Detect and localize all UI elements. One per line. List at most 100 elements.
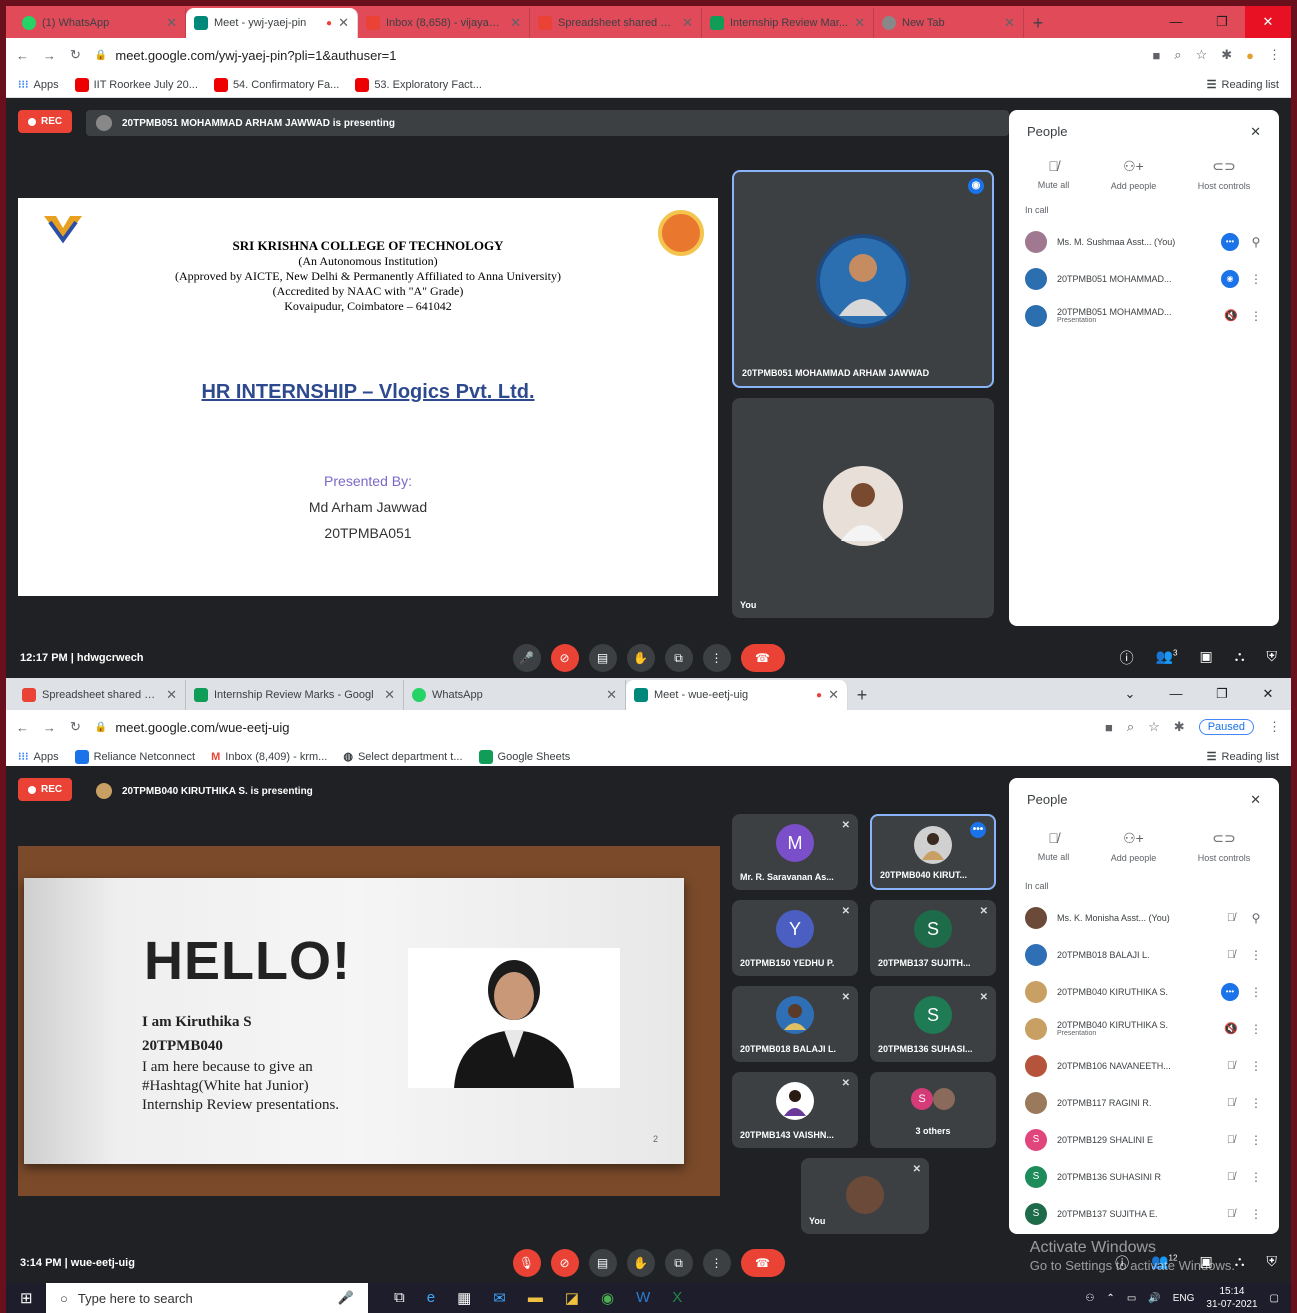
- close-window-icon[interactable]: ✕: [1245, 6, 1291, 38]
- leave-call-button[interactable]: ☎: [740, 1249, 785, 1277]
- mic-icon[interactable]: 🎤: [338, 1290, 354, 1306]
- forward-icon[interactable]: →: [43, 720, 56, 735]
- raise-hand-button[interactable]: ✋: [626, 1249, 655, 1277]
- participant-tile-you[interactable]: ✕ You: [801, 1158, 929, 1234]
- tab-whatsapp[interactable]: WhatsApp ✕: [404, 680, 626, 710]
- profile-icon[interactable]: ●: [1246, 48, 1254, 63]
- maximize-icon[interactable]: ❐: [1199, 6, 1245, 38]
- mute-all-button[interactable]: 🎙̸ Mute all: [1038, 830, 1070, 863]
- camera-off-button[interactable]: ⊘: [550, 644, 579, 672]
- captions-button[interactable]: ▤: [588, 1249, 617, 1277]
- volume-icon[interactable]: 🔊: [1148, 1293, 1160, 1304]
- tab-internship-review[interactable]: Internship Review Mar... ✕: [702, 8, 874, 38]
- leave-call-button[interactable]: ☎: [740, 644, 785, 672]
- captions-button[interactable]: ▤: [588, 644, 617, 672]
- reload-icon[interactable]: ↻: [70, 719, 81, 735]
- reading-list[interactable]: ☰ Reading list: [1207, 750, 1279, 764]
- taskbar-clock[interactable]: 15:14 31-07-2021: [1206, 1285, 1257, 1311]
- tab-meet[interactable]: Meet - wue-eetj-uig ● ✕: [626, 680, 848, 710]
- more-options-icon[interactable]: ⋮: [1249, 272, 1263, 286]
- task-view-icon[interactable]: ⧉: [394, 1289, 405, 1307]
- star-icon[interactable]: ☆: [1196, 47, 1208, 63]
- close-icon[interactable]: ✕: [384, 687, 395, 703]
- more-options-icon[interactable]: ⋮: [1249, 1207, 1263, 1221]
- participant-tile-main[interactable]: ◉ 20TPMB051 MOHAMMAD ARHAM JAWWAD: [732, 170, 994, 388]
- tab-meet[interactable]: Meet - ywj-yaej-pin ● ✕: [186, 8, 358, 38]
- more-options-icon[interactable]: ⋮: [1249, 1170, 1263, 1184]
- people-tray-icon[interactable]: ⚇: [1085, 1293, 1094, 1304]
- close-icon[interactable]: ✕: [606, 687, 617, 703]
- restore-icon[interactable]: ❐: [1199, 678, 1245, 710]
- extensions-icon[interactable]: ✱: [1221, 47, 1232, 63]
- present-button[interactable]: ⧉: [664, 1249, 693, 1277]
- more-options-icon[interactable]: ⋮: [1249, 1059, 1263, 1073]
- zoom-icon[interactable]: ⌕: [1174, 47, 1181, 63]
- battery-icon[interactable]: ▭: [1127, 1293, 1136, 1304]
- minimize-icon[interactable]: —: [1153, 6, 1199, 38]
- participant-row[interactable]: 20TPMB106 NAVANEETH... 🎙̸ ⋮: [1009, 1047, 1279, 1084]
- tab-internship-review[interactable]: Internship Review Marks - Googl ✕: [186, 680, 404, 710]
- bookmark-select-department[interactable]: ◍ Select department t...: [343, 750, 462, 764]
- mic-off-button[interactable]: 🎙: [512, 1249, 541, 1277]
- raise-hand-button[interactable]: ✋: [626, 644, 655, 672]
- close-icon[interactable]: ✕: [510, 15, 521, 31]
- participant-tile[interactable]: ✕ S 20TPMB136 SUHASI...: [870, 986, 996, 1062]
- participant-tile-presenter[interactable]: ••• 20TPMB040 KIRUT...: [870, 814, 996, 890]
- activities-icon[interactable]: ⛬: [1235, 1253, 1245, 1273]
- participant-row[interactable]: S 20TPMB129 SHALINI E 🎙̸ ⋮: [1009, 1121, 1279, 1158]
- pin-icon[interactable]: ⚲: [1249, 911, 1263, 925]
- edge-icon[interactable]: e: [427, 1289, 435, 1307]
- bookmark-google-sheets[interactable]: Google Sheets: [478, 749, 570, 764]
- people-icon[interactable]: 👥3: [1156, 648, 1178, 668]
- reading-list[interactable]: ☰ Reading list: [1207, 78, 1279, 92]
- mail-icon[interactable]: ✉: [493, 1289, 506, 1307]
- activities-icon[interactable]: ⛬: [1235, 648, 1245, 668]
- camera-off-button[interactable]: ⊘: [550, 1249, 579, 1277]
- participant-row[interactable]: 20TPMB018 BALAJI L. 🎙̸ ⋮: [1009, 936, 1279, 973]
- close-window-icon[interactable]: ✕: [1245, 678, 1291, 710]
- camera-icon[interactable]: ■: [1105, 720, 1113, 735]
- tab-inbox[interactable]: Inbox (8,658) - vijayasu... ✕: [358, 8, 530, 38]
- more-options-icon[interactable]: ⋮: [1249, 985, 1263, 999]
- pin-icon[interactable]: ⚲: [1249, 235, 1263, 249]
- close-icon[interactable]: ✕: [682, 15, 693, 31]
- file-explorer-icon[interactable]: ▬: [528, 1289, 543, 1307]
- host-shield-icon[interactable]: ⛨: [1267, 648, 1278, 668]
- host-controls-button[interactable]: ⊂⊃ Host controls: [1198, 830, 1251, 863]
- close-icon[interactable]: ✕: [1250, 124, 1261, 140]
- close-icon[interactable]: ✕: [854, 15, 865, 31]
- participant-row[interactable]: S 20TPMB136 SUHASINI R 🎙̸ ⋮: [1009, 1158, 1279, 1195]
- menu-icon[interactable]: ⋮: [1268, 719, 1281, 735]
- participant-row[interactable]: 20TPMB040 KIRUTHIKA S. ••• ⋮: [1009, 973, 1279, 1010]
- close-icon[interactable]: ✕: [166, 15, 177, 31]
- star-icon[interactable]: ☆: [1148, 719, 1160, 735]
- sticky-notes-icon[interactable]: ◪: [565, 1289, 579, 1307]
- participant-row[interactable]: Ms. M. Sushmaa Asst... (You) ••• ⚲: [1009, 223, 1279, 260]
- extensions-icon[interactable]: ✱: [1174, 719, 1185, 735]
- url-field[interactable]: 🔒 meet.google.com/ywj-yaej-pin?pli=1&auth…: [95, 42, 1139, 68]
- add-people-button[interactable]: ⚇+ Add people: [1111, 830, 1157, 863]
- bookmark-inbox[interactable]: M Inbox (8,409) - krm...: [211, 751, 327, 763]
- more-options-icon[interactable]: ⋮: [1249, 309, 1263, 323]
- zoom-icon[interactable]: ⌕: [1127, 719, 1134, 735]
- participant-tile-others[interactable]: S 3 others: [870, 1072, 996, 1148]
- participant-tile[interactable]: ✕ 20TPMB143 VAISHN...: [732, 1072, 858, 1148]
- host-controls-button[interactable]: ⊂⊃ Host controls: [1198, 158, 1251, 191]
- more-options-icon[interactable]: ⋮: [1249, 1096, 1263, 1110]
- host-shield-icon[interactable]: ⛨: [1267, 1253, 1278, 1273]
- notifications-icon[interactable]: ▢: [1270, 1293, 1279, 1304]
- bookmark-reliance[interactable]: Reliance Netconnect: [74, 749, 195, 764]
- paused-profile-button[interactable]: Paused: [1198, 719, 1254, 735]
- chrome-icon[interactable]: ◉: [601, 1289, 614, 1307]
- language-indicator[interactable]: ENG: [1173, 1293, 1195, 1304]
- present-button[interactable]: ⧉: [664, 644, 693, 672]
- tab-spreadsheet[interactable]: Spreadsheet shared with you: "In ✕: [14, 680, 186, 710]
- minimize-icon[interactable]: —: [1153, 678, 1199, 710]
- url-field[interactable]: 🔒 meet.google.com/wue-eetj-uig: [95, 714, 1091, 740]
- chat-icon[interactable]: ▣: [1199, 648, 1212, 668]
- windows-start-icon[interactable]: ⊞: [20, 1289, 33, 1307]
- add-people-button[interactable]: ⚇+ Add people: [1111, 158, 1157, 191]
- mic-button[interactable]: 🎤: [512, 644, 541, 672]
- bookmark-53[interactable]: 53. Exploratory Fact...: [355, 77, 482, 92]
- new-tab-button[interactable]: +: [1024, 8, 1052, 38]
